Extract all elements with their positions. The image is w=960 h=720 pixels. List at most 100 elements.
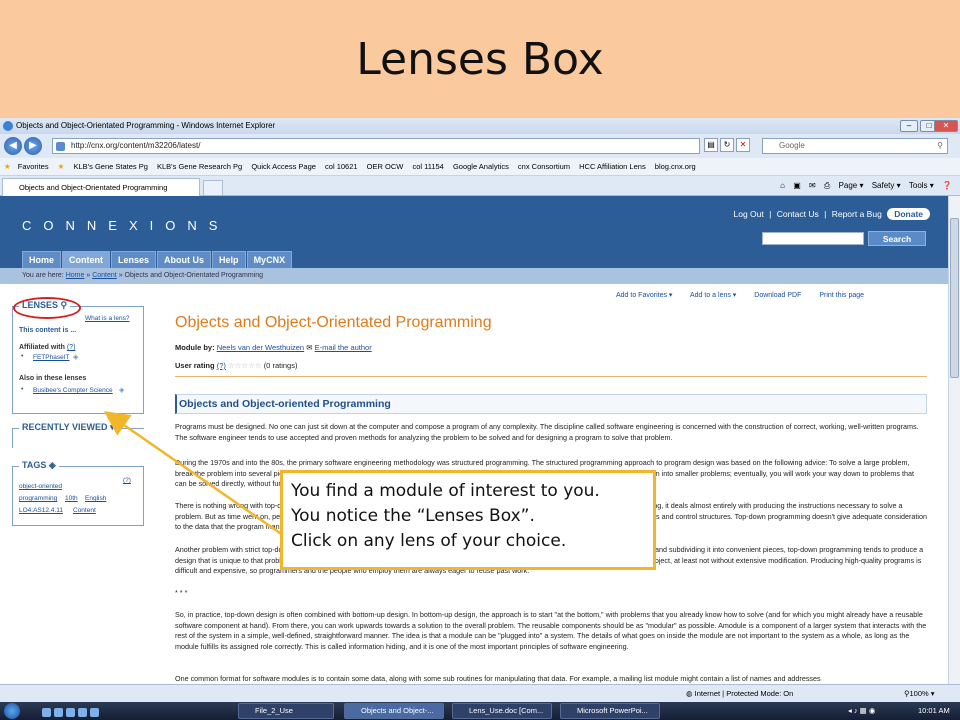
breadcrumb-content[interactable]: Content [92,272,117,279]
favorites-star-icon[interactable]: ★ [4,162,11,171]
compat-view-icon[interactable]: ▤ [704,138,718,152]
refresh-icon[interactable]: ↻ [720,138,734,152]
logout-link[interactable]: Log Out [733,209,763,219]
contact-link[interactable]: Contact Us [777,209,819,219]
also-in-lenses-label: Also in these lenses [19,375,87,382]
help-icon[interactable]: ❓ [942,181,952,190]
taskbar-button[interactable]: Microsoft PowerPoi... [560,703,660,719]
start-button[interactable] [4,703,20,719]
add-favorite-icon[interactable]: ★ [58,162,65,171]
status-bar: ◍ Internet | Protected Mode: On ⚲100% ▾ [0,684,960,702]
breadcrumb-prefix: You are here: [22,272,66,279]
window-titlebar: Objects and Object-Orientated Programmin… [0,118,960,134]
rating-help-link[interactable]: (?) [217,361,226,370]
fav-link[interactable]: Quick Access Page [251,162,316,171]
recently-viewed-title[interactable]: RECENTLY VIEWED ▾ [19,422,118,433]
email-author-link[interactable]: E-mail the author [315,343,372,352]
tag-link[interactable]: object-oriented [19,483,62,490]
ql-icon[interactable] [42,708,51,717]
security-zone[interactable]: ◍ Internet | Protected Mode: On [686,685,793,703]
connexions-logo[interactable]: CONNEXIONS [22,218,229,233]
fav-link[interactable]: col 10621 [325,162,358,171]
add-to-lens-link[interactable]: Add to a lens ▾ [690,292,736,299]
fav-link[interactable]: Google Analytics [453,162,509,171]
home-icon[interactable]: ⌂ [780,181,785,190]
fav-link[interactable]: OER OCW [367,162,404,171]
taskbar-button[interactable]: Lens_Use.doc [Com... [452,703,552,719]
vertical-scrollbar[interactable] [948,196,960,684]
lens-link-fetphaseit[interactable]: FETPhaseIT [33,354,69,361]
fav-link[interactable]: blog.cnx.org [655,162,696,171]
what-is-a-lens-link[interactable]: What is a lens? [85,315,129,322]
tab-help[interactable]: Help [212,251,246,268]
tab-current[interactable]: Objects and Object-Orientated Programmin… [2,178,200,196]
tag-link[interactable]: programming [19,495,57,502]
favorites-button[interactable]: Favorites [18,162,49,171]
affiliated-help-link[interactable]: (?) [67,344,76,351]
rating-label: User rating [175,361,215,370]
system-tray[interactable]: ◂ ♪ ▦ ◉ [848,702,875,720]
tag-link[interactable]: Content [73,507,96,514]
page-menu[interactable]: Page ▾ [839,181,864,190]
window-title: Objects and Object-Orientated Programmin… [16,121,276,130]
safety-menu[interactable]: Safety ▾ [872,181,901,190]
lens-link-busibee[interactable]: Busibee's Compter Science [33,387,113,394]
taskbar-button[interactable]: Objects and Object-... [344,703,444,719]
taskbar-button[interactable]: File_2_Use [238,703,334,719]
print-icon[interactable]: ⎙ [824,181,830,190]
tab-mycnx[interactable]: MyCNX [246,251,293,268]
author-link[interactable]: Neels van der Westhuizen [217,343,304,352]
tag-icon: ◈ [119,387,125,394]
search-input[interactable]: Google ⚲ [762,138,948,154]
module-title: Objects and Object-Orientated Programmin… [175,314,492,331]
url-field[interactable]: http://cnx.org/content/m32206/latest/ [52,138,700,154]
lenses-intro: This content is ... [19,327,77,334]
ie-icon [3,121,13,131]
donate-button[interactable]: Donate [887,208,930,220]
tab-content[interactable]: Content [62,251,111,268]
tab-about-us[interactable]: About Us [157,251,212,268]
rating-stars[interactable]: ☆☆☆☆☆ [228,361,262,370]
print-page-link[interactable]: Print this page [819,292,864,299]
site-search-input[interactable] [762,232,864,245]
tags-help-link[interactable]: (?) [123,477,131,484]
fav-link[interactable]: KLB's Gene States Pg [74,162,148,171]
fav-link[interactable]: cnx Consortium [518,162,570,171]
fav-link[interactable]: col 11154 [412,162,443,171]
browser-window: Objects and Object-Orientated Programmin… [0,118,960,720]
scrollbar-thumb[interactable] [950,218,959,378]
lenses-box: LENSES ⚲ What is a lens? This content is… [12,300,144,414]
tag-link[interactable]: English [85,495,106,502]
minimize-button[interactable]: – [900,120,918,132]
bullet-icon: • [21,386,24,393]
magnifier-icon[interactable]: ⚲ [937,139,943,153]
download-pdf-link[interactable]: Download PDF [754,292,801,299]
site-search-button[interactable]: Search [868,231,926,246]
ql-icon[interactable] [78,708,87,717]
bullet-icon: • [21,353,24,360]
ql-icon[interactable] [66,708,75,717]
tools-menu[interactable]: Tools ▾ [909,181,934,190]
zoom-level[interactable]: ⚲100% ▾ [904,685,935,703]
ql-icon[interactable] [90,708,99,717]
tab-home[interactable]: Home [22,251,62,268]
report-bug-link[interactable]: Report a Bug [832,209,882,219]
forward-button[interactable]: ▶ [24,137,42,155]
breadcrumb: You are here: Home » Content » Objects a… [0,268,948,284]
tag-link[interactable]: LO4:AS12.4.11 [19,507,63,514]
mail-icon[interactable]: ✉ [809,181,816,190]
back-button[interactable]: ◀ [4,137,22,155]
ql-icon[interactable] [54,708,63,717]
close-button[interactable]: ✕ [934,120,958,132]
stop-icon[interactable]: ✕ [736,138,750,152]
add-to-favorites-link[interactable]: Add to Favorites ▾ [616,292,672,299]
tag-link[interactable]: 10th [65,495,78,502]
recently-viewed-box: RECENTLY VIEWED ▾ [12,422,144,448]
feeds-icon[interactable]: ▣ [793,181,801,190]
new-tab-button[interactable] [203,180,223,196]
fav-link[interactable]: HCC Affiliation Lens [579,162,646,171]
tag-icon: ◈ [73,354,79,361]
tab-lenses[interactable]: Lenses [111,251,157,268]
breadcrumb-home[interactable]: Home [66,272,85,279]
fav-link[interactable]: KLB's Gene Research Pg [157,162,242,171]
